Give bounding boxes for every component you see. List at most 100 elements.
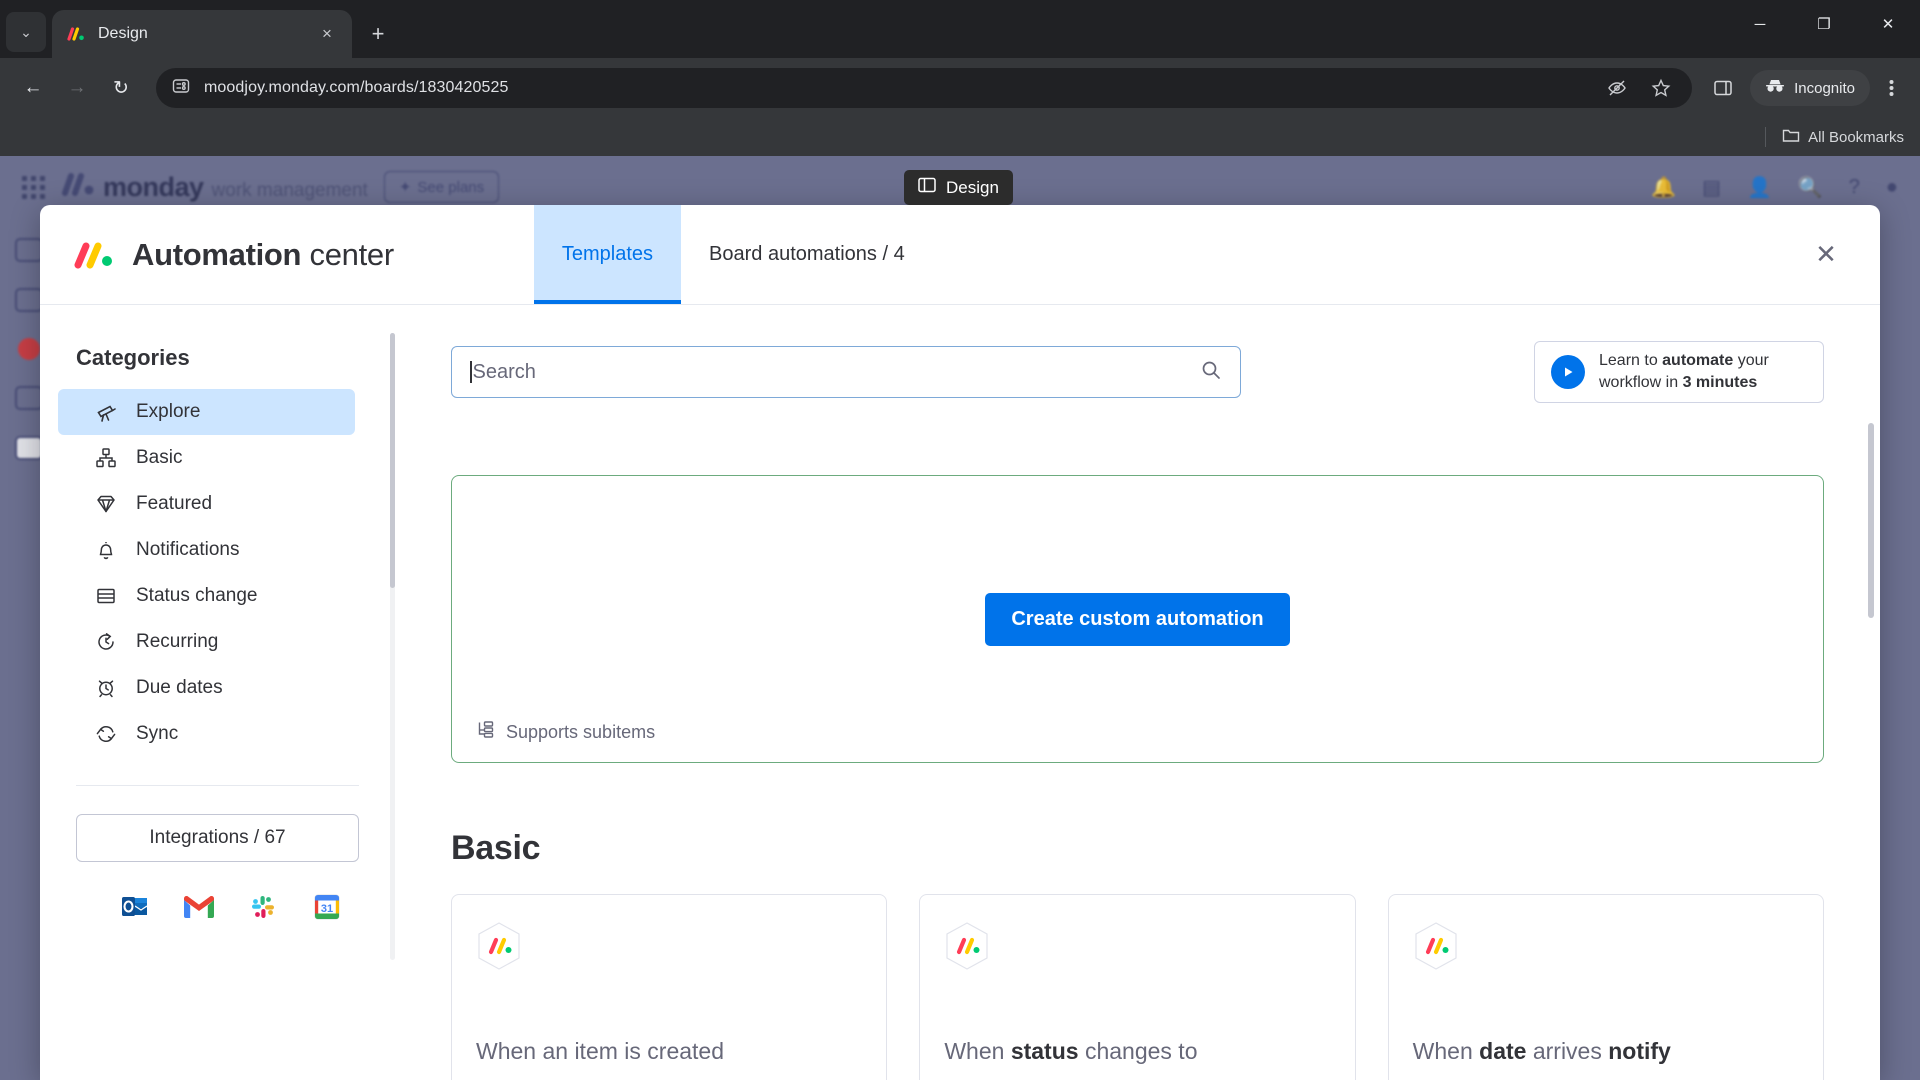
section-title-basic: Basic [451, 829, 541, 867]
outlook-icon[interactable] [120, 892, 150, 922]
slack-icon[interactable] [248, 892, 278, 922]
browser-tab[interactable]: Design × [52, 10, 352, 58]
sidebar-item-status-change[interactable]: Status change [58, 573, 355, 619]
rail-board-active-icon[interactable] [15, 436, 43, 460]
create-custom-automation-button[interactable]: Create custom automation [985, 592, 1290, 646]
search-row: Search Learn to automate your workflow i… [451, 341, 1824, 403]
promo-line2-pre: workflow in [1599, 374, 1683, 391]
sidebar-item-featured[interactable]: Featured [58, 481, 355, 527]
side-panel-icon[interactable] [1708, 73, 1738, 103]
modal-title-bold: Automation [132, 236, 302, 272]
sidebar-item-sync[interactable]: Sync [58, 711, 355, 757]
rail-favorite-icon[interactable] [18, 338, 40, 360]
recipe-text: When an item is created [476, 1037, 862, 1067]
close-icon[interactable]: ✕ [1806, 235, 1846, 275]
subitems-icon [476, 721, 496, 744]
monday-logo-icon [61, 172, 95, 196]
panel-layout-icon [918, 177, 936, 198]
star-icon[interactable] [1646, 73, 1676, 103]
create-custom-automation-card: Create custom automation Supports subite… [451, 475, 1824, 763]
promo-line1-bold: automate [1662, 352, 1734, 370]
modal-title-light: center [309, 236, 395, 272]
kebab-menu-icon[interactable] [1876, 73, 1906, 103]
incognito-indicator[interactable]: Incognito [1750, 70, 1870, 106]
recipe-text: When status changes to [944, 1037, 1330, 1067]
rail-board-icon[interactable] [15, 386, 43, 410]
inbox-icon[interactable]: ▤ [1702, 175, 1721, 200]
main-scrollbar-thumb[interactable] [1868, 423, 1874, 618]
bookmarks-bar: All Bookmarks [0, 118, 1920, 156]
all-bookmarks-button[interactable]: All Bookmarks [1782, 128, 1904, 147]
sync-arrows-icon [94, 722, 118, 746]
categories-sidebar: Categories Explore Basic Featured Notifi… [40, 305, 395, 1080]
page-info-icon[interactable] [172, 77, 190, 100]
rows-icon [94, 584, 118, 608]
minimize-button[interactable]: ─ [1728, 0, 1792, 48]
page-title: Automation center [132, 237, 394, 273]
forward-button[interactable]: → [58, 69, 96, 107]
sparkle-icon: ✦ [398, 179, 412, 196]
search-input[interactable]: Search [451, 346, 1241, 398]
sidebar-item-recurring[interactable]: Recurring [58, 619, 355, 665]
alarm-clock-icon [94, 676, 118, 700]
maximize-button[interactable]: ❐ [1792, 0, 1856, 48]
apps-grid-icon[interactable] [22, 175, 45, 199]
rail-home-icon[interactable] [15, 238, 43, 262]
recipe-text-pre: When [944, 1038, 1011, 1065]
gmail-icon[interactable] [184, 892, 214, 922]
svg-text:31: 31 [321, 903, 333, 915]
back-button[interactable]: ← [14, 69, 52, 107]
tab-search-button[interactable]: ⌄ [6, 12, 46, 52]
see-plans-label: See plans [417, 178, 485, 196]
see-plans-button[interactable]: ✦ See plans [383, 171, 500, 203]
search-icon[interactable] [1200, 359, 1222, 386]
search-icon[interactable]: 🔍 [1798, 175, 1823, 200]
sidebar-item-notifications[interactable]: Notifications [58, 527, 355, 573]
help-icon[interactable]: ? [1849, 176, 1860, 199]
sidebar-item-basic[interactable]: Basic [58, 435, 355, 481]
monday-logo-icon [66, 24, 86, 44]
recipe-card[interactable]: When status changes to [919, 894, 1356, 1080]
modal-tabs: Templates Board automations / 4 [533, 205, 933, 304]
recipe-text: When date arrives notify [1413, 1037, 1799, 1067]
chevron-down-icon: ⌄ [20, 23, 32, 40]
address-bar[interactable]: moodjoy.monday.com/boards/1830420525 [156, 68, 1693, 108]
sidebar-item-label: Notifications [136, 539, 240, 560]
new-tab-button[interactable]: + [360, 16, 396, 52]
categories-heading: Categories [76, 345, 190, 370]
monday-hex-icon [1413, 921, 1459, 971]
bell-icon [94, 538, 118, 562]
sidebar-item-explore[interactable]: Explore [58, 389, 355, 435]
tab-templates-label: Templates [561, 243, 654, 265]
sidebar-item-due-dates[interactable]: Due dates [58, 665, 355, 711]
monday-wordmark: monday work management [61, 172, 368, 203]
google-calendar-icon[interactable]: 31 [312, 892, 342, 922]
learn-automation-promo-card[interactable]: Learn to automate your workflow in 3 min… [1534, 341, 1824, 403]
invite-icon[interactable]: 👤 [1747, 175, 1772, 200]
automation-center-modal: Automation center Templates Board automa… [40, 205, 1880, 1080]
avatar[interactable]: ● [1886, 176, 1898, 199]
reload-button[interactable]: ↻ [102, 69, 140, 107]
browser-tab-strip: ⌄ Design × + ─ ❐ ✕ [0, 0, 1920, 58]
recipe-card[interactable]: When an item is created [451, 894, 888, 1080]
all-bookmarks-label: All Bookmarks [1808, 128, 1904, 146]
modal-body: Categories Explore Basic Featured Notifi… [40, 305, 1880, 1080]
rail-workspace-icon[interactable] [15, 288, 43, 312]
recipe-text-bold: date [1479, 1038, 1527, 1065]
eye-off-icon[interactable] [1602, 73, 1632, 103]
integrations-button[interactable]: Integrations / 67 [76, 814, 359, 862]
monday-hex-icon [944, 921, 990, 971]
recipe-text-bold: status [1010, 1038, 1079, 1065]
categories-list: Explore Basic Featured Notifications Sta… [40, 389, 395, 757]
tooltip-label: Design [946, 177, 999, 197]
close-icon[interactable]: × [316, 24, 338, 44]
recipe-card[interactable]: When date arrives notify [1387, 894, 1824, 1080]
integrations-label: Integrations / 67 [149, 827, 286, 848]
recipe-card-grid: When an item is created When status chan… [451, 894, 1824, 1080]
tab-templates[interactable]: Templates [533, 205, 682, 304]
notifications-icon[interactable]: 🔔 [1651, 175, 1676, 200]
tab-board-automations[interactable]: Board automations / 4 [681, 205, 933, 304]
close-window-button[interactable]: ✕ [1856, 0, 1920, 48]
folder-icon [1782, 128, 1800, 147]
sidebar-item-label: Due dates [136, 677, 223, 698]
